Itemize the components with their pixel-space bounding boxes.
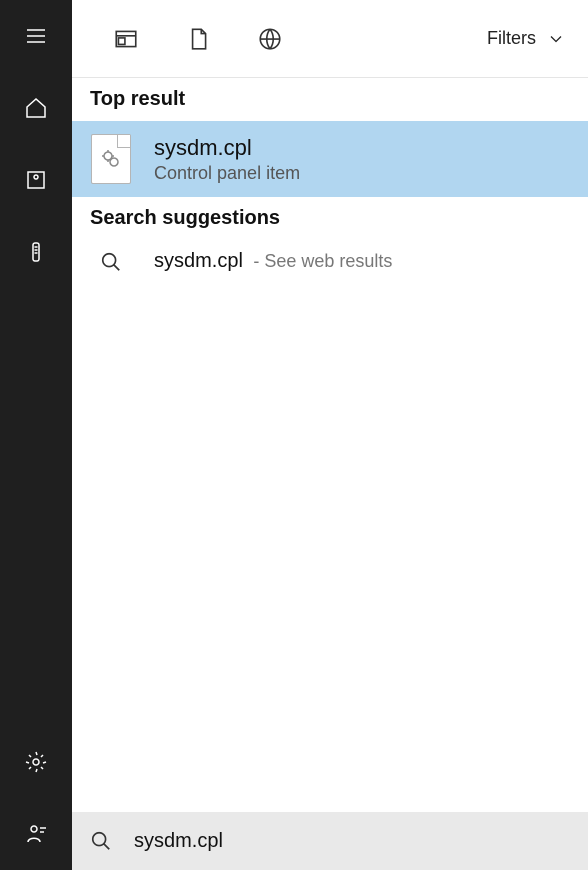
remote-button[interactable] xyxy=(0,216,72,288)
tab-web[interactable] xyxy=(234,0,306,78)
feedback-icon xyxy=(24,822,48,846)
result-text: sysdm.cpl Control panel item xyxy=(154,135,300,184)
suggestions-header: Search suggestions xyxy=(72,197,588,240)
results-area: Top result sysdm.cpl Control panel item … xyxy=(72,78,588,812)
suggestion-text: sysdm.cpl - See web results xyxy=(154,250,392,273)
home-icon xyxy=(24,96,48,120)
filters-label: Filters xyxy=(487,28,536,49)
result-title: sysdm.cpl xyxy=(154,135,300,161)
web-tab-icon xyxy=(257,26,283,52)
settings-icon xyxy=(24,750,48,774)
suggestion-extra: - See web results xyxy=(253,251,392,271)
feedback-button[interactable] xyxy=(0,798,72,870)
sidebar xyxy=(0,0,72,870)
main-panel: Filters Top result sysdm.cpl Control pan… xyxy=(72,0,588,870)
photo-button[interactable] xyxy=(0,144,72,216)
remote-icon xyxy=(24,240,48,264)
apps-tab-icon xyxy=(113,26,139,52)
tab-documents[interactable] xyxy=(162,0,234,78)
suggestion-term: sysdm.cpl xyxy=(154,250,243,272)
suggestion-item[interactable]: sysdm.cpl - See web results xyxy=(72,240,588,283)
search-bar xyxy=(72,812,588,870)
documents-tab-icon xyxy=(185,26,211,52)
search-icon xyxy=(90,830,112,852)
result-icon xyxy=(90,133,132,185)
cpl-file-icon xyxy=(91,134,131,184)
search-input[interactable] xyxy=(134,830,570,853)
menu-icon xyxy=(24,24,48,48)
top-result-item[interactable]: sysdm.cpl Control panel item xyxy=(72,121,588,197)
result-subtitle: Control panel item xyxy=(154,163,300,184)
home-button[interactable] xyxy=(0,72,72,144)
photo-icon xyxy=(24,168,48,192)
top-tabs: Filters xyxy=(72,0,588,78)
filters-button[interactable]: Filters xyxy=(487,28,588,49)
chevron-down-icon xyxy=(546,29,566,49)
top-result-header: Top result xyxy=(72,78,588,121)
menu-button[interactable] xyxy=(0,0,72,72)
tab-apps[interactable] xyxy=(90,0,162,78)
search-icon xyxy=(90,251,132,273)
settings-button[interactable] xyxy=(0,726,72,798)
